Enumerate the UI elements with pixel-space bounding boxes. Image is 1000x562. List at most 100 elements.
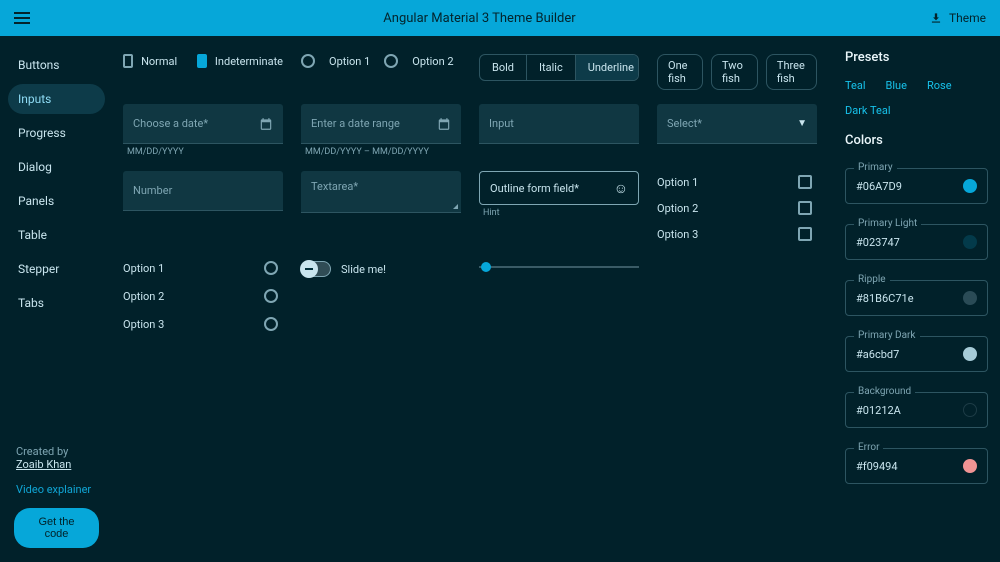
number-field[interactable]: Number	[123, 171, 283, 211]
color-primary-light[interactable]: Primary Light #023747	[845, 224, 988, 260]
radio-option1[interactable]	[301, 54, 315, 68]
list-item: Option 3	[657, 227, 812, 241]
checkbox-normal[interactable]	[123, 54, 133, 68]
color-primary-dark[interactable]: Primary Dark #a6cbd7	[845, 336, 988, 372]
checkbox-opt1[interactable]	[798, 175, 812, 189]
main-content: Normal Indeterminate Option 1 Option 2 B…	[113, 36, 833, 562]
color-label: Background	[854, 386, 915, 397]
radio-option2[interactable]	[384, 54, 398, 68]
radio-label: Option 1	[123, 262, 164, 275]
slide-toggle[interactable]	[301, 261, 331, 277]
radio-list-opt2[interactable]	[264, 289, 278, 303]
presets-heading: Presets	[845, 50, 988, 65]
toggle-italic[interactable]: Italic	[527, 55, 576, 80]
sidebar-item-dialog[interactable]: Dialog	[8, 152, 105, 182]
date-range-field[interactable]: Enter a date range	[301, 104, 461, 144]
chip-one[interactable]: One fish	[657, 54, 703, 90]
slide-toggle-group: Slide me!	[301, 261, 461, 277]
preset-teal[interactable]: Teal	[845, 79, 866, 92]
radio-list: Option 1 Option 2 Option 3	[123, 261, 283, 331]
color-value: #a6cbd7	[856, 348, 899, 361]
color-swatch[interactable]	[963, 459, 977, 473]
author-link[interactable]: Zoaib Khan	[16, 458, 71, 471]
download-theme-button[interactable]: Theme	[929, 11, 986, 25]
right-panel: Presets Teal Blue Rose Dark Teal Colors …	[833, 36, 1000, 562]
checkbox-opt3[interactable]	[798, 227, 812, 241]
color-background[interactable]: Background #01212A	[845, 392, 988, 428]
outline-hint: Hint	[483, 208, 635, 218]
video-explainer-link[interactable]: Video explainer	[16, 483, 97, 496]
radio-group-inline: Option 1 Option 2	[301, 54, 461, 68]
preset-dark-teal[interactable]: Dark Teal	[845, 104, 988, 117]
sidebar-item-table[interactable]: Table	[8, 220, 105, 250]
sidebar-item-tabs[interactable]: Tabs	[8, 288, 105, 318]
toggle-underline[interactable]: Underline	[576, 55, 639, 80]
outline-field[interactable]: Outline form field* ☺	[479, 171, 639, 205]
color-value: #01212A	[856, 404, 901, 417]
menu-icon[interactable]	[14, 12, 30, 24]
slider[interactable]	[479, 261, 639, 273]
radio-label: Option 2	[123, 290, 164, 303]
color-value: #f09494	[856, 460, 898, 473]
color-value: #81B6C71e	[856, 292, 914, 305]
presets-row: Teal Blue Rose	[845, 79, 988, 92]
color-label: Primary Light	[854, 218, 921, 229]
date-hint: MM/DD/YYYY	[127, 147, 279, 157]
input-label: Input	[489, 117, 514, 130]
color-swatch[interactable]	[963, 235, 977, 249]
color-label: Error	[854, 442, 883, 453]
toggle-bold[interactable]: Bold	[480, 55, 527, 80]
color-ripple[interactable]: Ripple #81B6C71e	[845, 280, 988, 316]
list-item: Option 1	[657, 175, 812, 189]
topbar: Angular Material 3 Theme Builder Theme	[0, 0, 1000, 36]
color-label: Primary Dark	[854, 330, 920, 341]
check-label: Option 2	[657, 202, 698, 215]
list-item: Option 3	[123, 317, 278, 331]
preset-blue[interactable]: Blue	[886, 79, 907, 92]
chip-group: One fish Two fish Three fish	[657, 54, 817, 90]
preset-rose[interactable]: Rose	[927, 79, 952, 92]
textarea-label: Textarea*	[311, 180, 358, 193]
check-label: Option 3	[657, 228, 698, 241]
chip-three[interactable]: Three fish	[766, 54, 817, 90]
radio-list-opt1[interactable]	[264, 261, 278, 275]
chip-two[interactable]: Two fish	[711, 54, 758, 90]
get-code-button[interactable]: Get the code	[14, 508, 99, 548]
select-field[interactable]: Select* ▼	[657, 104, 817, 144]
color-error[interactable]: Error #f09494	[845, 448, 988, 484]
checkbox-list: Option 1 Option 2 Option 3	[657, 175, 817, 241]
calendar-icon[interactable]	[259, 117, 273, 131]
textarea-field[interactable]: Textarea*	[301, 171, 461, 213]
sidebar-item-inputs[interactable]: Inputs	[8, 84, 105, 114]
color-swatch[interactable]	[963, 291, 977, 305]
color-primary[interactable]: Primary #06A7D9	[845, 168, 988, 204]
color-swatch[interactable]	[963, 347, 977, 361]
color-label: Primary	[854, 162, 897, 173]
date-field[interactable]: Choose a date*	[123, 104, 283, 144]
page-title: Angular Material 3 Theme Builder	[30, 11, 929, 26]
sidebar-item-panels[interactable]: Panels	[8, 186, 105, 216]
color-swatch[interactable]	[963, 403, 977, 417]
slide-toggle-label: Slide me!	[341, 263, 386, 276]
checkbox-normal-label: Normal	[141, 55, 177, 68]
checkbox-indeterminate[interactable]	[197, 54, 207, 68]
checkbox-opt2[interactable]	[798, 201, 812, 215]
color-value: #023747	[856, 236, 900, 249]
sidebar-item-progress[interactable]: Progress	[8, 118, 105, 148]
select-label: Select*	[667, 117, 702, 130]
sidebar-item-buttons[interactable]: Buttons	[8, 50, 105, 80]
checkbox-normal-group: Normal Indeterminate	[123, 54, 283, 68]
resize-handle-icon[interactable]	[453, 204, 458, 209]
download-icon	[929, 11, 943, 25]
radio-option2-label: Option 2	[412, 55, 453, 68]
chevron-down-icon: ▼	[797, 118, 807, 129]
input-field[interactable]: Input	[479, 104, 639, 144]
button-toggle-group: Bold Italic Underline	[479, 54, 639, 81]
calendar-icon[interactable]	[437, 117, 451, 131]
number-label: Number	[133, 184, 172, 197]
radio-list-opt3[interactable]	[264, 317, 278, 331]
theme-label: Theme	[949, 11, 986, 25]
color-swatch[interactable]	[963, 179, 977, 193]
smile-icon[interactable]: ☺	[614, 180, 628, 197]
sidebar-item-stepper[interactable]: Stepper	[8, 254, 105, 284]
